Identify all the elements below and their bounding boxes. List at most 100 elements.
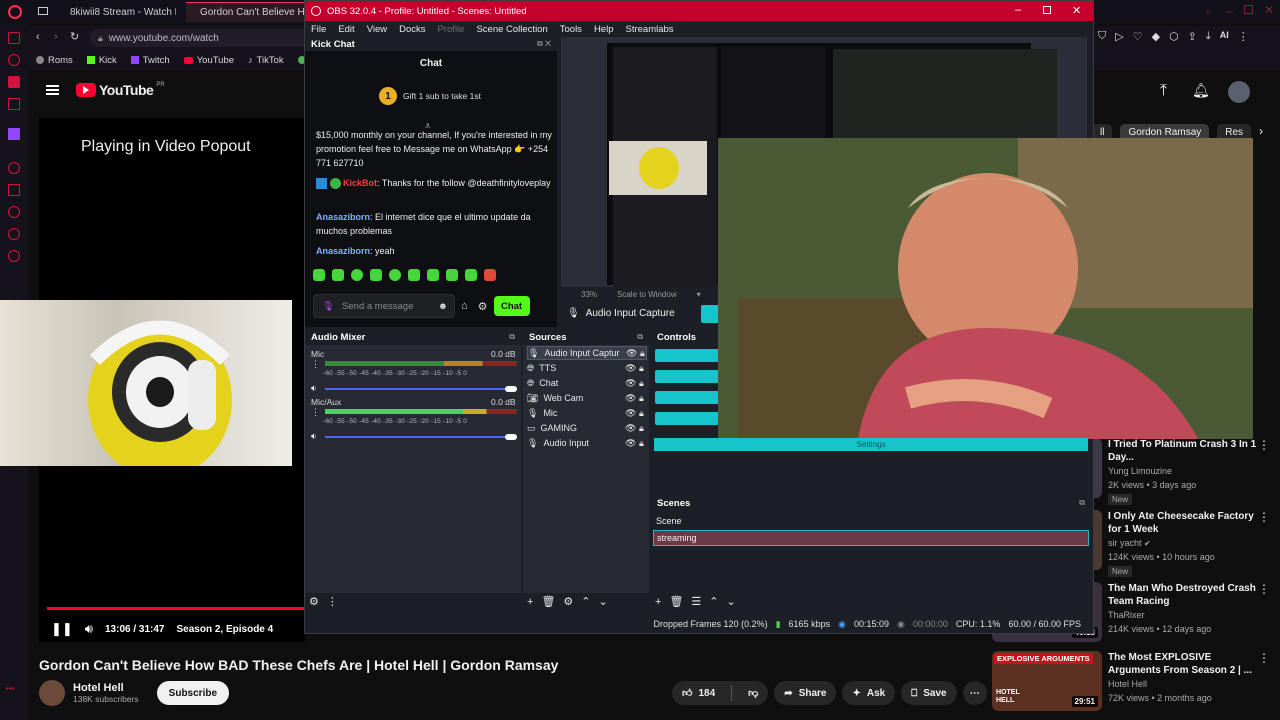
emote-icon[interactable] (389, 269, 401, 281)
heart-icon[interactable]: ♡ (1133, 30, 1143, 43)
volume-slider[interactable] (325, 436, 517, 438)
speaker-icon[interactable]: 🔉︎ (311, 383, 317, 394)
menu-docks[interactable]: Docks (399, 24, 425, 35)
volume-slider[interactable] (325, 388, 517, 390)
more-vert-icon[interactable]: ⋮ (1258, 510, 1270, 524)
float-dock-icon[interactable]: ⧉ (637, 332, 643, 342)
sidebar-bookmark-icon[interactable] (8, 184, 20, 196)
video-chapter[interactable]: Season 2, Episode 4 (177, 624, 274, 635)
forward-icon[interactable]: › (54, 31, 58, 43)
pause-icon[interactable]: ❚❚ (51, 621, 73, 637)
store-icon[interactable]: ⌂ (461, 300, 468, 312)
ai-icon[interactable]: AI (1220, 30, 1229, 43)
gear-icon[interactable]: ⚙ (563, 595, 573, 608)
source-item[interactable]: 🎙︎ Audio Input 👁︎ 🔒︎ (527, 436, 647, 450)
start-streaming-button[interactable] (655, 349, 719, 362)
lock-icon[interactable]: 🔒︎ (639, 363, 644, 374)
emote-icon[interactable] (408, 269, 420, 281)
emote-icon[interactable] (370, 269, 382, 281)
sidebar-player-icon[interactable] (8, 54, 20, 66)
chat-username[interactable]: Anasaziborn (316, 246, 370, 256)
lock-icon[interactable]: 🔒︎ (639, 423, 644, 434)
channel-name[interactable]: Hotel Hell (73, 682, 139, 694)
shield-icon[interactable]: ⛉ (1098, 30, 1106, 43)
recommendation-item[interactable]: EXPLOSIVE ARGUMENTS HOTEL HELL 29:51 The… (992, 651, 1280, 717)
trash-icon[interactable]: 🗑︎ (541, 595, 555, 608)
bookmark-roms[interactable]: Roms (36, 55, 73, 66)
lock-icon[interactable]: 🔒︎ (639, 393, 644, 404)
move-up-icon[interactable]: ⌃ (709, 595, 718, 608)
emote-icon[interactable] (446, 269, 458, 281)
eye-icon[interactable]: 👁︎ (625, 438, 636, 449)
close-icon[interactable]: ✕ (1072, 4, 1081, 17)
chevron-down-icon[interactable]: ▾ (697, 290, 701, 299)
menu-icon[interactable]: ⋮ (1238, 30, 1249, 43)
menu-file[interactable]: File (311, 24, 326, 35)
scene-item[interactable]: Scene (653, 513, 1089, 529)
menu-profile[interactable]: Profile (438, 24, 465, 35)
dislike-button[interactable]: 👎︎ (738, 687, 768, 699)
trash-icon[interactable]: 🗑︎ (669, 595, 683, 608)
gift-leaderboard-banner[interactable]: 1 Gift 1 sub to take 1st (379, 87, 481, 105)
start-recording-button[interactable] (655, 370, 719, 383)
upload-icon[interactable]: ⤒ (1160, 82, 1167, 100)
emote-icon[interactable] (313, 269, 325, 281)
workspace-icon[interactable] (38, 7, 48, 15)
source-item[interactable]: 📷︎ Web Cam 👁︎ 🔒︎ (527, 391, 647, 405)
maximize-icon[interactable] (1043, 6, 1051, 14)
lock-icon[interactable]: 🔒︎ (639, 438, 644, 449)
emote-icon[interactable] (427, 269, 439, 281)
mixer-menu-icon[interactable]: ⋮ (311, 407, 320, 418)
eye-icon[interactable]: 👁︎ (625, 393, 636, 404)
video-progress-bar[interactable] (47, 607, 305, 610)
emote-icon[interactable] (332, 269, 344, 281)
preview-zoom[interactable]: 33% (581, 290, 597, 299)
scene-item-streaming[interactable]: streaming (653, 530, 1089, 546)
maximize-icon[interactable] (1244, 5, 1253, 14)
floating-video-capture[interactable] (718, 138, 1253, 439)
sidebar-instagram-icon[interactable] (8, 98, 20, 110)
sidebar-clock-icon[interactable] (8, 206, 20, 218)
source-item[interactable]: ▭ GAMING 👁︎ 🔒︎ (527, 421, 647, 435)
advanced-audio-icon[interactable]: ⚙ (309, 595, 319, 608)
menu-streamlabs[interactable]: Streamlabs (625, 24, 673, 35)
float-dock-icon[interactable]: ⧉ (1079, 498, 1085, 508)
download-icon[interactable]: ⤓ (1206, 30, 1211, 43)
more-vert-icon[interactable]: ⋮ (1258, 582, 1270, 596)
back-icon[interactable]: ‹ (36, 31, 40, 43)
bookmark-youtube[interactable]: YouTube (183, 55, 234, 66)
youtube-logo[interactable]: YouTube PR (76, 82, 165, 98)
share-button[interactable]: ➦ Share (774, 681, 837, 705)
microphone-icon[interactable]: 🎙︎ (322, 301, 334, 312)
move-down-icon[interactable]: ⌄ (599, 595, 608, 608)
eye-icon[interactable]: 👁︎ (625, 363, 636, 374)
play-icon[interactable]: ▷ (1115, 30, 1123, 43)
menu-help[interactable]: Help (594, 24, 614, 35)
sidebar-settings-icon[interactable] (8, 250, 20, 262)
source-item[interactable]: 🌐︎ Chat 👁︎ 🔒︎ (527, 376, 647, 390)
vpn-icon[interactable]: ◆ (1152, 30, 1160, 43)
channel-avatar[interactable] (39, 680, 65, 706)
add-icon[interactable]: + (527, 596, 533, 608)
notifications-bell-icon[interactable]: 🔔︎ (1192, 82, 1210, 99)
emote-icon[interactable] (351, 269, 363, 281)
volume-slider-knob[interactable] (505, 434, 517, 440)
sidebar-messenger-icon[interactable] (8, 76, 20, 88)
menu-scene-collection[interactable]: Scene Collection (476, 24, 547, 35)
close-icon[interactable]: ✕ (1264, 3, 1274, 17)
menu-view[interactable]: View (367, 24, 387, 35)
lock-icon[interactable]: 🔒︎ (639, 408, 644, 419)
more-actions-button[interactable]: ⋯ (962, 681, 987, 705)
menu-tools[interactable]: Tools (560, 24, 582, 35)
source-item[interactable]: 🎙︎ Mic 👁︎ 🔒︎ (527, 406, 647, 420)
eye-icon[interactable]: 👁︎ (625, 423, 636, 434)
eye-icon[interactable]: 👁︎ (626, 348, 637, 359)
gear-icon[interactable]: ⚙ (478, 300, 488, 313)
sidebar-twitch-icon[interactable] (8, 128, 20, 140)
lock-icon[interactable]: 🔒︎ (640, 348, 645, 359)
move-down-icon[interactable]: ⌄ (727, 595, 736, 608)
source-item[interactable]: 🎙︎ Audio Input Captur 👁︎ 🔒︎ (527, 346, 647, 360)
virtual-camera-button[interactable] (655, 391, 719, 404)
search-tabs-icon[interactable]: ⌕ (1206, 6, 1212, 17)
reload-icon[interactable]: ↻ (70, 30, 79, 43)
